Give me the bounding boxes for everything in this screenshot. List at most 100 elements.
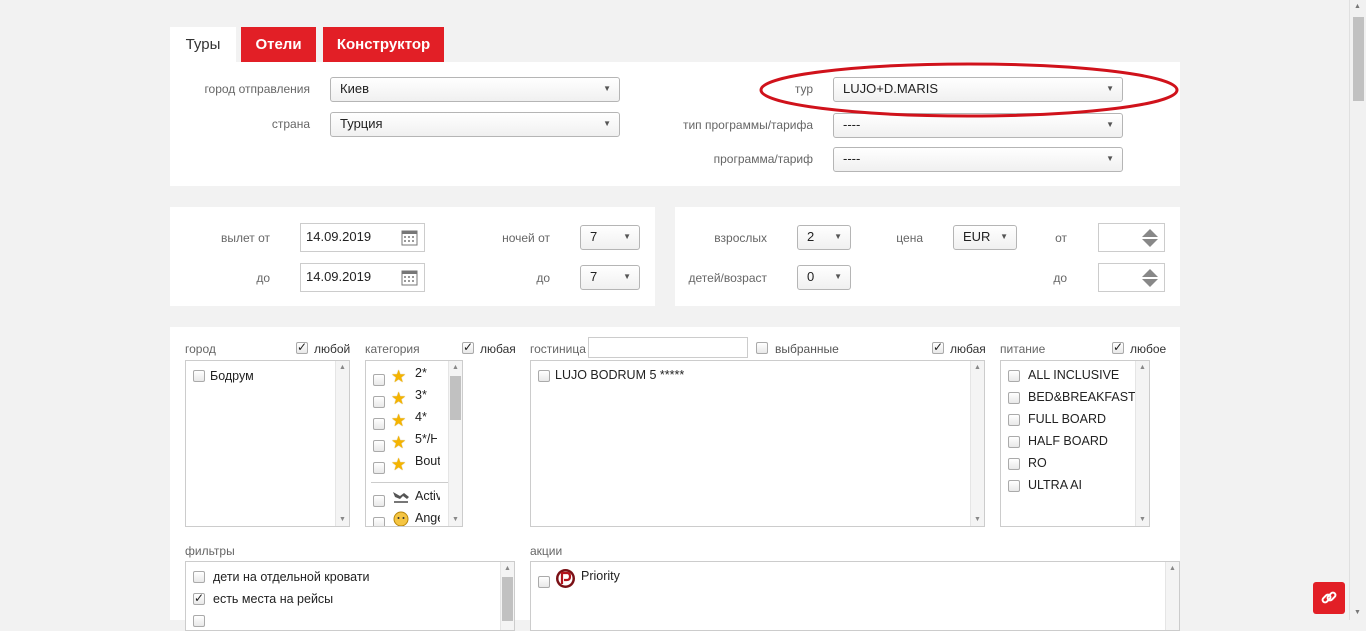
kids-icon	[393, 511, 409, 526]
hotel-checkbox[interactable]	[538, 370, 550, 382]
hotel-any-checkbox[interactable]	[932, 340, 944, 354]
category-checkbox[interactable]	[373, 517, 385, 526]
meal-checkbox[interactable]	[1008, 480, 1020, 492]
meal-list[interactable]: ALL INCLUSIVE BED&BREAKFAST FULL BOARD H…	[1000, 360, 1150, 527]
calendar-icon[interactable]	[401, 269, 418, 286]
list-item: Priority	[581, 569, 620, 583]
extra-filter-checkbox[interactable]	[193, 571, 205, 583]
city-any-checkbox[interactable]	[296, 340, 308, 354]
list-item: BED&BREAKFAST	[1028, 390, 1136, 404]
price-to-input[interactable]	[1098, 263, 1165, 292]
calendar-icon[interactable]	[401, 229, 418, 246]
promos-list[interactable]: Priority ▲	[530, 561, 1180, 631]
list-item: Activ	[415, 489, 440, 503]
tab-hotels[interactable]: Отели	[241, 27, 316, 62]
nights-from-select[interactable]: 7 ▼	[580, 225, 640, 250]
city-scrollbar[interactable]: ▲ ▼	[335, 361, 349, 526]
extra-filter-checkbox[interactable]	[193, 591, 205, 605]
departure-city-select[interactable]: Киев ▼	[330, 77, 620, 102]
program-label: программа/тариф	[713, 152, 813, 166]
list-item: LUJO BODRUM 5 *****	[555, 368, 685, 382]
meal-any-label: любое	[1130, 342, 1167, 356]
selected-checkbox[interactable]	[756, 342, 768, 354]
children-value: 0	[807, 269, 815, 284]
category-checkbox[interactable]	[373, 495, 385, 507]
currency-value: EUR	[963, 229, 991, 244]
meal-heading: питание	[1000, 342, 1046, 356]
extra-filter-checkbox[interactable]	[193, 615, 205, 627]
meal-checkbox[interactable]	[1008, 392, 1020, 404]
page-scrollbar[interactable]: ▲ ▼	[1349, 0, 1366, 620]
filters-panel: город любой Бодрум ▲▼ категория любая ★ …	[170, 327, 1180, 631]
list-item: FULL BOARD	[1028, 412, 1107, 426]
category-checkbox[interactable]	[373, 374, 385, 386]
depart-from-input[interactable]: 14.09.2019	[300, 223, 425, 252]
price-from-label: от	[1055, 231, 1067, 245]
adults-select[interactable]: 2 ▼	[797, 225, 851, 250]
hotel-scrollbar[interactable]: ▲ ▼	[970, 361, 984, 526]
category-checkbox[interactable]	[373, 418, 385, 430]
tab-constructor[interactable]: Конструктор	[323, 27, 444, 62]
promos-heading: акции	[530, 544, 563, 558]
meal-checkbox[interactable]	[1008, 458, 1020, 470]
hotel-any-label: любая	[950, 342, 986, 356]
price-label: цена	[896, 231, 923, 245]
link-icon	[1321, 591, 1337, 604]
star-icon: ★	[391, 433, 407, 452]
annotation-ellipse	[759, 62, 1179, 118]
spin-down-icon[interactable]	[1142, 239, 1158, 247]
meal-checkbox[interactable]	[1008, 436, 1020, 448]
hotel-heading: гостиница	[530, 342, 586, 356]
price-from-input[interactable]	[1098, 223, 1165, 252]
nights-from-value: 7	[590, 229, 598, 244]
city-list[interactable]: Бодрум ▲ ▼	[185, 360, 350, 527]
chevron-down-icon: ▼	[623, 232, 631, 241]
list-item: 2*	[415, 366, 427, 380]
category-checkbox[interactable]	[373, 396, 385, 408]
meal-checkbox[interactable]	[1008, 414, 1020, 426]
meal-checkbox[interactable]	[1008, 370, 1020, 382]
category-scrollbar[interactable]: ▲ ▼	[448, 361, 462, 526]
category-checkbox[interactable]	[373, 440, 385, 452]
city-heading: город	[185, 342, 216, 356]
country-select[interactable]: Турция ▼	[330, 112, 620, 137]
spin-down-icon[interactable]	[1142, 279, 1158, 287]
list-item: 3*	[415, 388, 427, 402]
category-checkbox[interactable]	[373, 462, 385, 474]
meal-any-checkbox[interactable]	[1112, 340, 1124, 354]
city-checkbox[interactable]	[193, 370, 205, 382]
activity-icon	[393, 492, 409, 503]
chevron-down-icon: ▼	[623, 272, 631, 281]
currency-select[interactable]: EUR ▼	[953, 225, 1017, 250]
promo-checkbox[interactable]	[538, 576, 550, 588]
spin-up-icon[interactable]	[1142, 269, 1158, 277]
depart-to-input[interactable]: 14.09.2019	[300, 263, 425, 292]
nights-to-label: до	[536, 271, 550, 285]
chevron-down-icon: ▼	[834, 272, 842, 281]
list-item: есть места на рейсы	[213, 592, 334, 606]
price-to-label: до	[1053, 271, 1067, 285]
departure-city-value: Киев	[340, 81, 369, 96]
spin-up-icon[interactable]	[1142, 229, 1158, 237]
program-value: ----	[843, 151, 861, 166]
list-item: ULTRA AI	[1028, 478, 1082, 492]
nights-from-label: ночей от	[502, 231, 550, 245]
tab-tours[interactable]: Туры	[170, 27, 236, 62]
children-select[interactable]: 0 ▼	[797, 265, 851, 290]
list-item: Ange	[415, 511, 440, 525]
category-list[interactable]: ★ 2* ★ 3* ★ 4* ★ 5*/H ★ Bout Activ Ange …	[365, 360, 463, 527]
extra-filters-list[interactable]: дети на отдельной кровати есть места на …	[185, 561, 515, 631]
meal-scrollbar[interactable]: ▲ ▼	[1135, 361, 1149, 526]
depart-to-value: 14.09.2019	[306, 269, 372, 284]
people-panel: взрослых 2 ▼ детей/возраст 0 ▼ цена EUR …	[675, 207, 1180, 306]
program-select[interactable]: ---- ▼	[833, 147, 1123, 172]
category-any-checkbox[interactable]	[462, 340, 474, 354]
hotel-list[interactable]: LUJO BODRUM 5 ***** ▲ ▼	[530, 360, 985, 527]
star-icon: ★	[391, 389, 407, 408]
depart-from-value: 14.09.2019	[306, 229, 372, 244]
hotel-search-input[interactable]	[588, 337, 748, 358]
share-link-button[interactable]	[1313, 582, 1345, 614]
nights-to-select[interactable]: 7 ▼	[580, 265, 640, 290]
star-icon: ★	[391, 455, 407, 474]
star-icon: ★	[391, 367, 407, 386]
